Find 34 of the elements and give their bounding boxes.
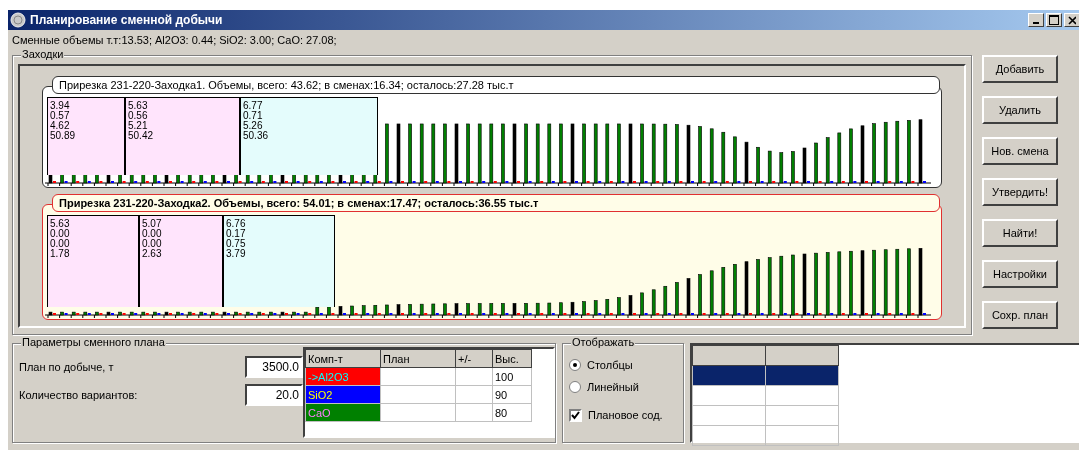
table-cell: 100 [492, 367, 532, 386]
column-header[interactable]: +/- [455, 349, 493, 368]
chart-title[interactable]: Прирезка 231-220-Заходка2. Объемы, всего: 54.01; в сменах:17.47; осталось:36.55 тыс.т [52, 194, 940, 212]
option-label[interactable]: Линейный [587, 381, 639, 393]
checkbox-label[interactable]: Плановое сод. [588, 409, 663, 421]
action-button[interactable]: Найти! [982, 219, 1058, 247]
window-title: Планирование сменной добычи [30, 13, 223, 27]
action-button[interactable]: Утвердить! [982, 178, 1058, 206]
option-label[interactable]: Столбцы [587, 359, 633, 371]
table-cell: 80 [492, 403, 532, 422]
field-label: Количество вариантов: [19, 389, 138, 401]
shift-values-block: 6.76 0.17 0.75 3.79 [223, 215, 335, 307]
input-field[interactable]: 3500.0 [245, 356, 303, 378]
shift-values-block: 3.94 0.57 4.62 50.89 [47, 97, 125, 175]
shift-values-block: 5.63 0.00 0.00 1.78 [47, 215, 139, 307]
input-field[interactable]: 20.0 [245, 384, 303, 406]
column-header[interactable]: План [380, 349, 456, 368]
chart-title[interactable]: Прирезка 231-220-Заходка1. Объемы, всего: 43.62; в сменах:16.34; осталось:27.28 тыс.т [52, 76, 940, 94]
table-cell: 90 [492, 385, 532, 404]
group-title: Параметры сменного плана [21, 336, 166, 348]
field-label: План по добыче, т [19, 361, 114, 373]
group-title: Отображать [571, 336, 636, 348]
action-button[interactable]: Удалить [982, 96, 1058, 124]
shift-values-block: 5.07 0.00 0.00 2.63 [139, 215, 223, 307]
action-button[interactable]: Добавить [982, 55, 1058, 83]
column-header[interactable]: Выс. [492, 349, 532, 368]
action-button[interactable]: Сохр. план [982, 301, 1058, 329]
shift-values-block: 5.63 0.56 5.21 50.42 [125, 97, 240, 175]
action-button[interactable]: Настройки [982, 260, 1058, 288]
summary-text: Сменные объемы т.т:13.53; Al2O3: 0.44; SiO2: 3.00; CaO: 27.08; [11, 33, 338, 48]
shift-values-block: 6.77 0.71 5.26 50.36 [240, 97, 378, 175]
action-button[interactable]: Нов. смена [982, 137, 1058, 165]
column-header[interactable]: Комп-т [305, 349, 381, 368]
group-title: Заходки [21, 48, 65, 60]
